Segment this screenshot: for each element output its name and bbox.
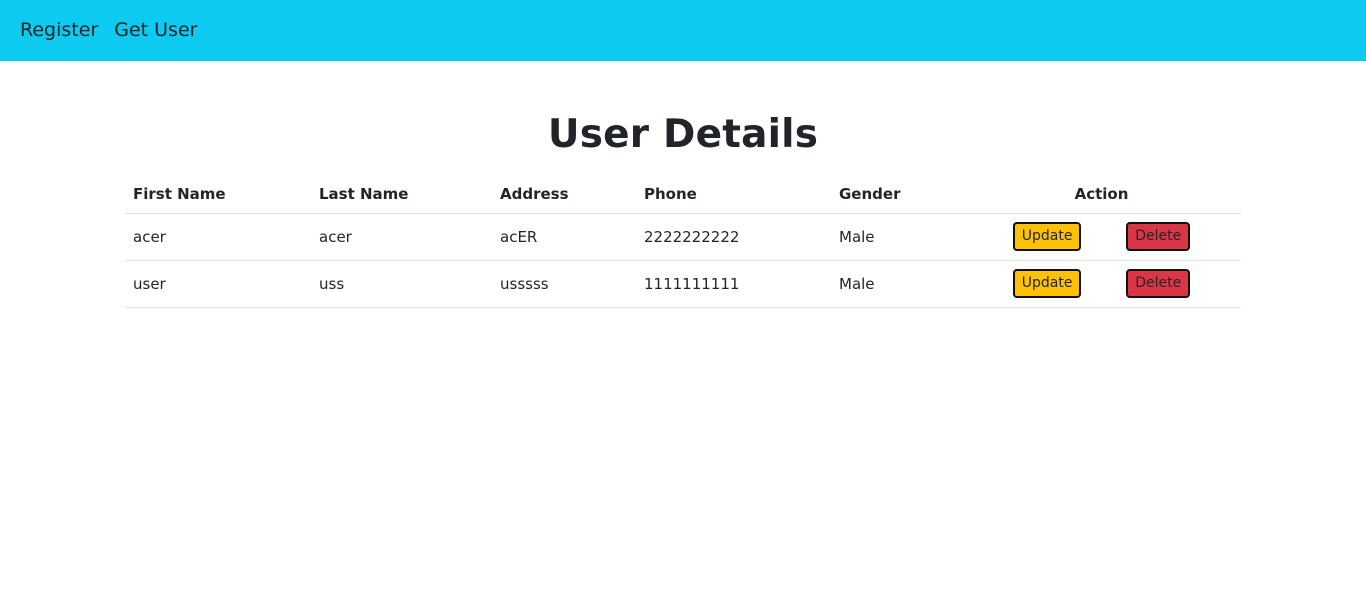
- header-last-name: Last Name: [319, 185, 409, 204]
- user-table: First Name Last Name Address Phone Gende…: [125, 176, 1241, 308]
- page-title: User Details: [547, 112, 819, 157]
- cell-gender: Male: [831, 212, 962, 260]
- navbar: Register Get User: [0, 0, 1366, 61]
- header-phone: Phone: [644, 185, 697, 204]
- cell-first-name: acer: [125, 212, 311, 260]
- table-row: user uss usssss 1111111111 Male Update D…: [125, 259, 1241, 308]
- header-action: Action: [1074, 185, 1129, 204]
- header-address: Address: [500, 185, 569, 204]
- user-table-container: First Name Last Name Address Phone Gende…: [125, 176, 1241, 308]
- cell-actions: Update Delete: [962, 259, 1241, 308]
- cell-actions: Update Delete: [962, 212, 1241, 260]
- cell-address: acER: [492, 212, 636, 260]
- header-gender: Gender: [839, 185, 901, 204]
- cell-gender: Male: [831, 259, 962, 308]
- nav-link-register[interactable]: Register: [20, 21, 98, 40]
- header-first-name: First Name: [133, 185, 226, 204]
- cell-last-name: uss: [311, 259, 492, 308]
- delete-button[interactable]: Delete: [1126, 221, 1191, 252]
- delete-button[interactable]: Delete: [1126, 268, 1191, 299]
- update-button[interactable]: Update: [1012, 268, 1082, 299]
- cell-address: usssss: [492, 259, 636, 308]
- table-header-row: First Name Last Name Address Phone Gende…: [125, 176, 1241, 213]
- cell-first-name: user: [125, 259, 311, 308]
- update-button[interactable]: Update: [1012, 221, 1082, 252]
- cell-phone: 1111111111: [636, 259, 831, 308]
- nav-link-get-user[interactable]: Get User: [114, 21, 197, 40]
- cell-phone: 2222222222: [636, 212, 831, 260]
- table-row: acer acer acER 2222222222 Male Update De…: [125, 212, 1241, 260]
- cell-last-name: acer: [311, 212, 492, 260]
